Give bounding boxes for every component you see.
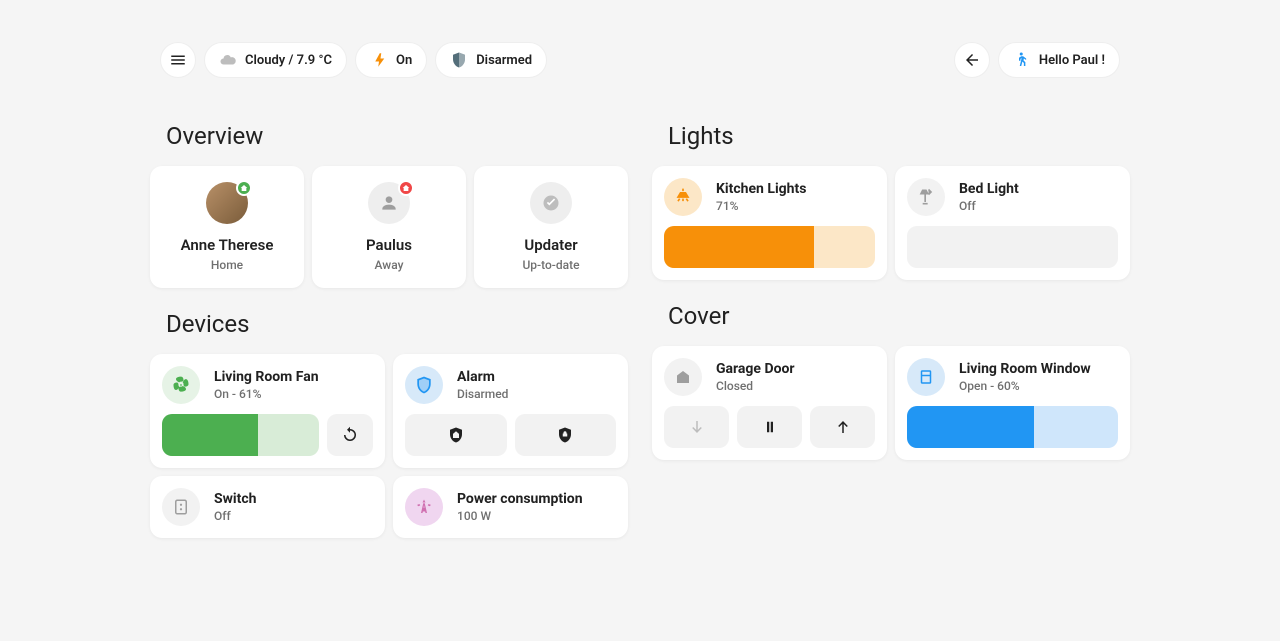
person-state: Away [375, 258, 404, 272]
power-socket-icon [162, 488, 200, 526]
garage-icon [664, 358, 702, 396]
menu-icon [169, 51, 187, 69]
tile-name: Alarm [457, 369, 508, 385]
person-name: Anne Therese [181, 236, 274, 254]
topbar-left: Cloudy / 7.9 °C On Disarmed [160, 42, 547, 78]
home-badge [236, 180, 252, 196]
switch-card[interactable]: Switch Off [150, 476, 385, 538]
tile-name: Power consumption [457, 491, 583, 507]
tile-state: Off [214, 509, 256, 523]
arm-away-button[interactable] [515, 414, 617, 456]
tile-state: On - 61% [214, 387, 319, 401]
weather-chip[interactable]: Cloudy / 7.9 °C [204, 42, 347, 78]
alarm-card[interactable]: Alarm Disarmed [393, 354, 628, 468]
person-card-paulus[interactable]: Paulus Away [312, 166, 466, 288]
shield-half-icon [450, 51, 468, 69]
bed-light-card[interactable]: Bed Light Off [895, 166, 1130, 280]
arrow-down-icon [688, 418, 706, 436]
topbar-right: Hello Paul ! [954, 42, 1120, 78]
tile-name: Garage Door [716, 361, 795, 377]
power-card[interactable]: Power consumption 100 W [393, 476, 628, 538]
kitchen-light-slider[interactable] [664, 226, 875, 268]
shield-lock-icon [556, 426, 574, 444]
window-card[interactable]: Living Room Window Open - 60% [895, 346, 1130, 460]
cover-down-button[interactable] [664, 406, 729, 448]
window-open-icon [907, 358, 945, 396]
sync-icon [341, 426, 359, 444]
tile-state: 100 W [457, 509, 583, 523]
transmission-tower-icon [405, 488, 443, 526]
kitchen-lights-card[interactable]: Kitchen Lights 71% [652, 166, 887, 280]
avatar [530, 182, 572, 224]
cloudy-icon [219, 51, 237, 69]
check-circle-icon [541, 193, 561, 213]
flash-on-icon [370, 51, 388, 69]
window-slider[interactable] [907, 406, 1118, 448]
cover-stop-button[interactable] [737, 406, 802, 448]
back-button[interactable] [954, 42, 990, 78]
tile-name: Bed Light [959, 181, 1019, 197]
chip-label: Disarmed [476, 53, 532, 68]
tile-state: Off [959, 199, 1019, 213]
flash-chip[interactable]: On [355, 42, 427, 78]
ceiling-light-icon [664, 178, 702, 216]
cover-up-button[interactable] [810, 406, 875, 448]
garage-card[interactable]: Garage Door Closed [652, 346, 887, 460]
chip-label: Cloudy / 7.9 °C [245, 53, 332, 68]
tile-state: Closed [716, 379, 795, 393]
chip-label: On [396, 53, 412, 68]
updater-card[interactable]: Updater Up-to-date [474, 166, 628, 288]
section-title-cover: Cover [668, 302, 1130, 330]
fan-slider[interactable] [162, 414, 319, 456]
section-title-lights: Lights [668, 122, 1130, 150]
arm-home-button[interactable] [405, 414, 507, 456]
section-title-overview: Overview [166, 122, 628, 150]
arrow-left-icon [963, 51, 981, 69]
section-title-devices: Devices [166, 310, 628, 338]
shield-home-icon [447, 426, 465, 444]
fan-icon [162, 366, 200, 404]
floor-lamp-icon [907, 178, 945, 216]
person-state: Up-to-date [522, 258, 579, 272]
tile-name: Living Room Fan [214, 369, 319, 385]
tile-state: Open - 60% [959, 379, 1091, 393]
pause-icon [761, 418, 779, 436]
home-icon [240, 184, 248, 192]
home-export-icon [402, 184, 410, 192]
tile-name: Switch [214, 491, 256, 507]
person-name: Paulus [366, 236, 412, 254]
fan-card[interactable]: Living Room Fan On - 61% [150, 354, 385, 468]
bed-light-slider[interactable] [907, 226, 1118, 268]
menu-button[interactable] [160, 42, 196, 78]
person-name: Updater [524, 236, 577, 254]
tile-name: Living Room Window [959, 361, 1091, 377]
alarm-chip[interactable]: Disarmed [435, 42, 547, 78]
person-card-anne[interactable]: Anne Therese Home [150, 166, 304, 288]
shield-off-icon [405, 366, 443, 404]
away-badge [398, 180, 414, 196]
person-icon [379, 193, 399, 213]
arrow-up-icon [834, 418, 852, 436]
walk-icon [1013, 51, 1031, 69]
chip-label: Hello Paul ! [1039, 53, 1105, 68]
tile-state: 71% [716, 199, 806, 213]
greeting-chip[interactable]: Hello Paul ! [998, 42, 1120, 78]
tile-state: Disarmed [457, 387, 508, 401]
person-state: Home [211, 258, 243, 272]
tile-name: Kitchen Lights [716, 181, 806, 197]
fan-oscillate-button[interactable] [327, 414, 373, 456]
